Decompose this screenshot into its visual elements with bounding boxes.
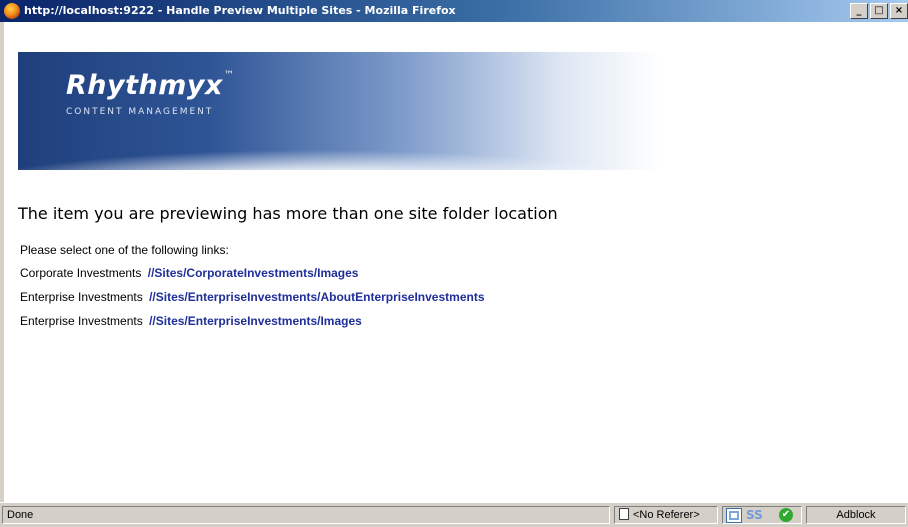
site-folder-link[interactable]: //Sites/EnterpriseInvestments/Images [149,314,362,328]
site-name: Enterprise Investments [20,314,143,328]
site-folder-link[interactable]: //Sites/EnterpriseInvestments/AboutEnter… [149,290,484,304]
close-button[interactable]: × [890,3,908,19]
site-name: Enterprise Investments [20,290,143,304]
minimize-button[interactable]: _ [850,3,868,19]
logo-subtitle: CONTENT MANAGEMENT [66,107,214,117]
site-link-row: Corporate Investments //Sites/CorporateI… [20,264,485,288]
logo-text: Rhythmyx [66,70,223,101]
check-icon[interactable]: ✔ [779,508,793,522]
rhythmyx-banner: Rhythmyx™ CONTENT MANAGEMENT [18,52,660,170]
page-heading: The item you are previewing has more tha… [18,204,558,223]
rhythmyx-logo: Rhythmyx™ [66,70,234,101]
referer-indicator[interactable]: <No Referer> [614,506,718,524]
referer-label: <No Referer> [633,509,700,521]
firefox-icon [4,3,20,19]
page-icon [619,508,629,521]
site-link-row: Enterprise Investments //Sites/Enterpris… [20,288,485,312]
window-title: http://localhost:9222 - Handle Preview M… [24,4,456,17]
status-icons: SS ✔ [722,506,802,524]
grid-icon[interactable] [726,508,742,523]
status-bar: Done <No Referer> SS ✔ Adblock [0,502,908,527]
trademark-mark: ™ [223,70,235,81]
site-folder-link[interactable]: //Sites/CorporateInvestments/Images [148,266,359,280]
maximize-button[interactable]: □ [870,3,888,19]
window-frame-left [0,22,4,507]
select-prompt: Please select one of the following links… [20,243,229,257]
window-titlebar[interactable]: http://localhost:9222 - Handle Preview M… [0,0,908,22]
window-controls: _ □ × [850,3,908,19]
ss-icon[interactable]: SS [746,507,763,523]
site-name: Corporate Investments [20,266,142,280]
adblock-button[interactable]: Adblock [806,506,906,524]
status-text: Done [2,506,610,524]
site-link-row: Enterprise Investments //Sites/Enterpris… [20,312,485,336]
site-links-list: Corporate Investments //Sites/CorporateI… [20,264,485,336]
